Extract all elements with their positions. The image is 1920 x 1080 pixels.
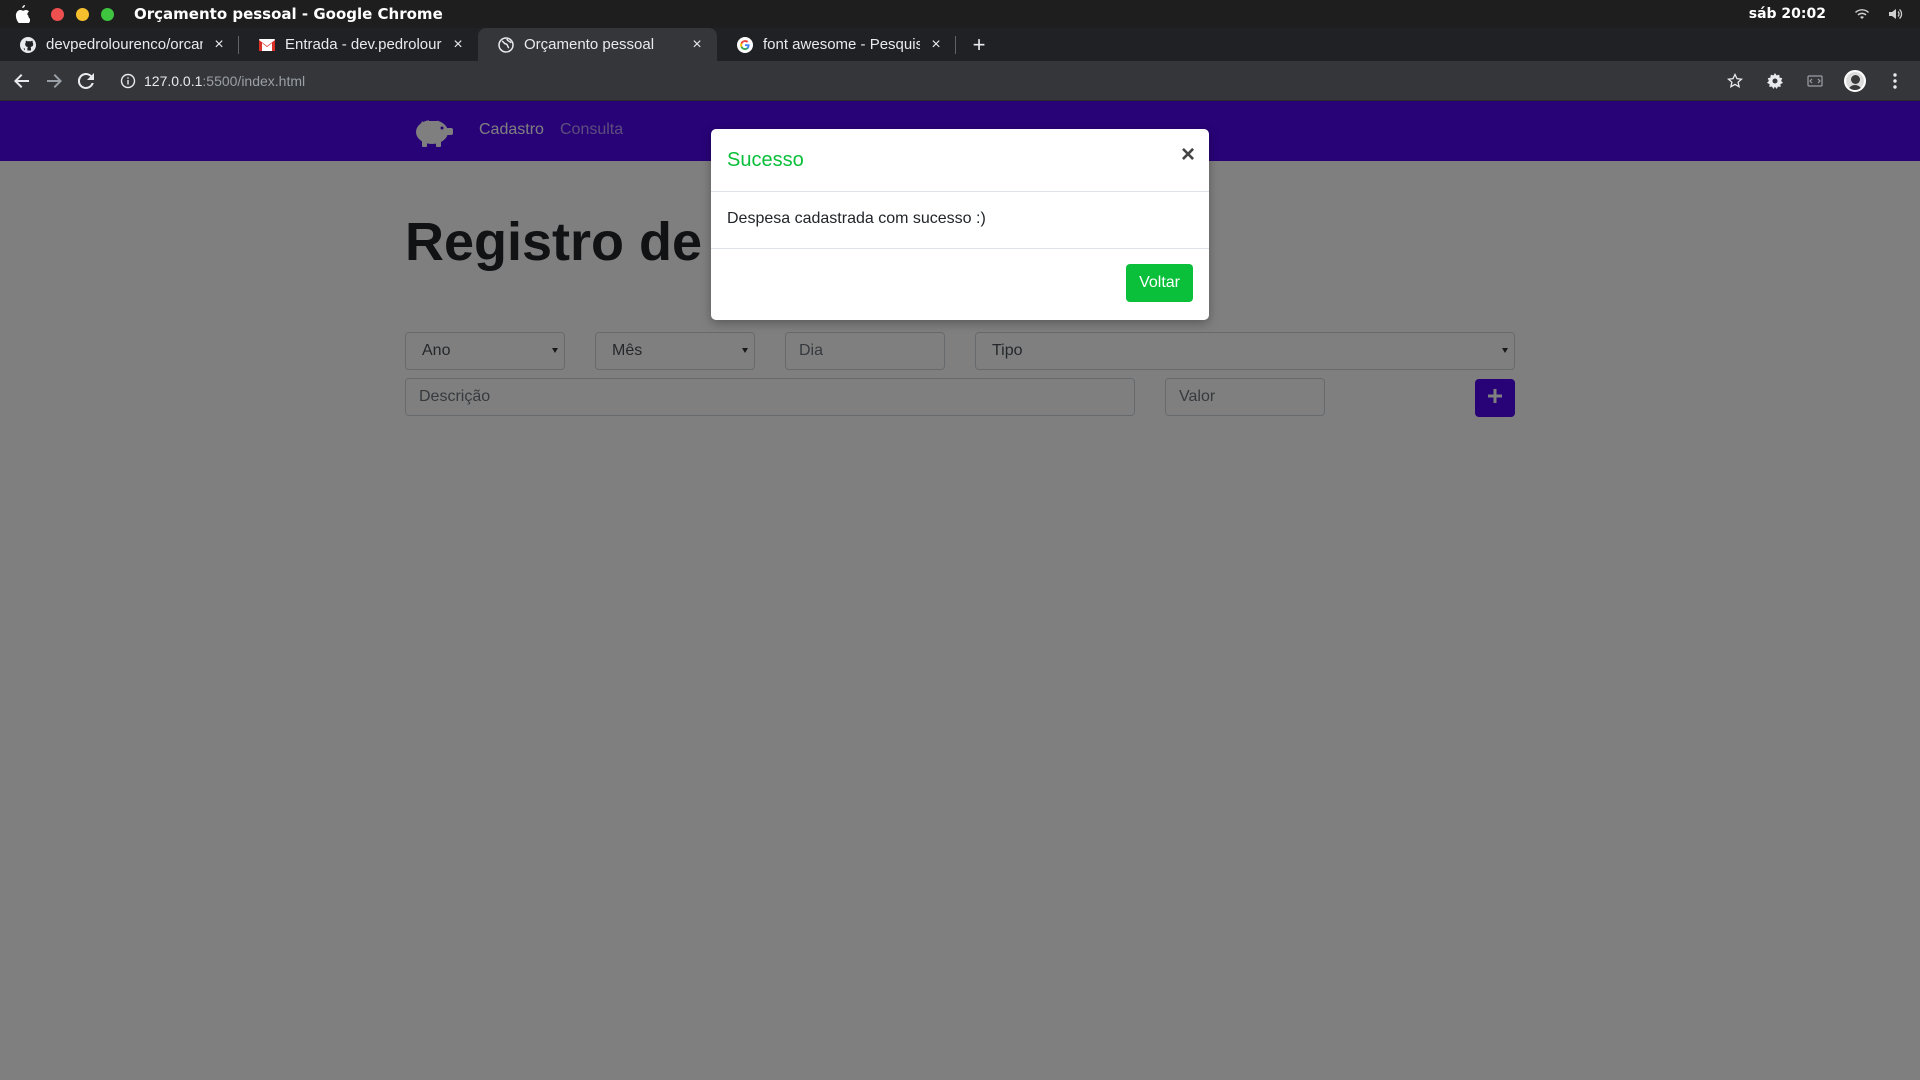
apple-icon[interactable] (13, 5, 31, 23)
bookmark-star-icon[interactable] (1722, 68, 1748, 94)
modal-message: Despesa cadastrada com sucesso :) (727, 210, 986, 227)
browser-toolbar: 127.0.0.1:5500/index.html (0, 61, 1920, 101)
web-page: Cadastro Consulta Registro de Ano Mês Di… (0, 101, 1920, 1080)
forward-button[interactable] (38, 65, 70, 97)
maximize-window-button[interactable] (101, 7, 114, 21)
tab-label: Orçamento pessoal (524, 36, 655, 53)
tab-gmail[interactable]: Entrada - dev.pedrolourenco × (239, 28, 478, 61)
minimize-window-button[interactable] (76, 7, 89, 21)
wifi-icon[interactable] (1854, 6, 1870, 22)
modal-body: Despesa cadastrada com sucesso :) (711, 192, 1209, 249)
modal-header: Sucesso × (711, 129, 1209, 192)
close-tab-icon[interactable]: × (689, 36, 705, 53)
close-icon[interactable]: × (1181, 143, 1195, 167)
address-bar[interactable]: 127.0.0.1:5500/index.html (120, 65, 305, 97)
close-tab-icon[interactable]: × (450, 36, 466, 53)
success-modal: Sucesso × Despesa cadastrada com sucesso… (711, 129, 1209, 320)
browser-tab-strip: devpedrolourenco/orcamento × Entrada - d… (0, 28, 1920, 61)
github-icon (20, 36, 36, 53)
close-tab-icon[interactable]: × (928, 36, 944, 53)
window-title: Orçamento pessoal - Google Chrome (134, 5, 443, 23)
extension-gear-icon[interactable] (1762, 68, 1788, 94)
tab-label: font awesome - Pesquisa Google (763, 36, 920, 53)
google-icon (737, 36, 753, 53)
gmail-icon (259, 37, 275, 53)
modal-title: Sucesso (727, 149, 804, 171)
tab-label: Entrada - dev.pedrolourenco (285, 36, 442, 53)
tab-label: devpedrolourenco/orcamento (46, 36, 203, 53)
volume-icon[interactable] (1888, 6, 1904, 22)
close-tab-icon[interactable]: × (211, 36, 227, 53)
tab-orcamento[interactable]: Orçamento pessoal × (478, 28, 717, 61)
back-button[interactable] (6, 65, 38, 97)
menu-kebab-icon[interactable] (1882, 68, 1908, 94)
os-top-bar: Orçamento pessoal - Google Chrome sáb 20… (0, 0, 1920, 28)
window-controls (51, 7, 114, 21)
clock[interactable]: sáb 20:02 (1749, 6, 1826, 22)
tab-github[interactable]: devpedrolourenco/orcamento × (0, 28, 239, 61)
close-window-button[interactable] (51, 7, 64, 21)
tab-google-search[interactable]: font awesome - Pesquisa Google × (717, 28, 956, 61)
site-info-icon[interactable] (120, 73, 136, 89)
modal-footer: Voltar (711, 249, 1209, 319)
url-host: 127.0.0.1 (144, 72, 203, 89)
profile-avatar[interactable] (1842, 68, 1868, 94)
url-path: :5500/index.html (202, 72, 306, 89)
voltar-button[interactable]: Voltar (1126, 264, 1193, 302)
cast-icon[interactable] (1802, 68, 1828, 94)
new-tab-button[interactable]: + (962, 28, 996, 61)
reload-button[interactable] (70, 65, 102, 97)
tab-separator (955, 36, 956, 54)
globe-icon (498, 36, 514, 53)
